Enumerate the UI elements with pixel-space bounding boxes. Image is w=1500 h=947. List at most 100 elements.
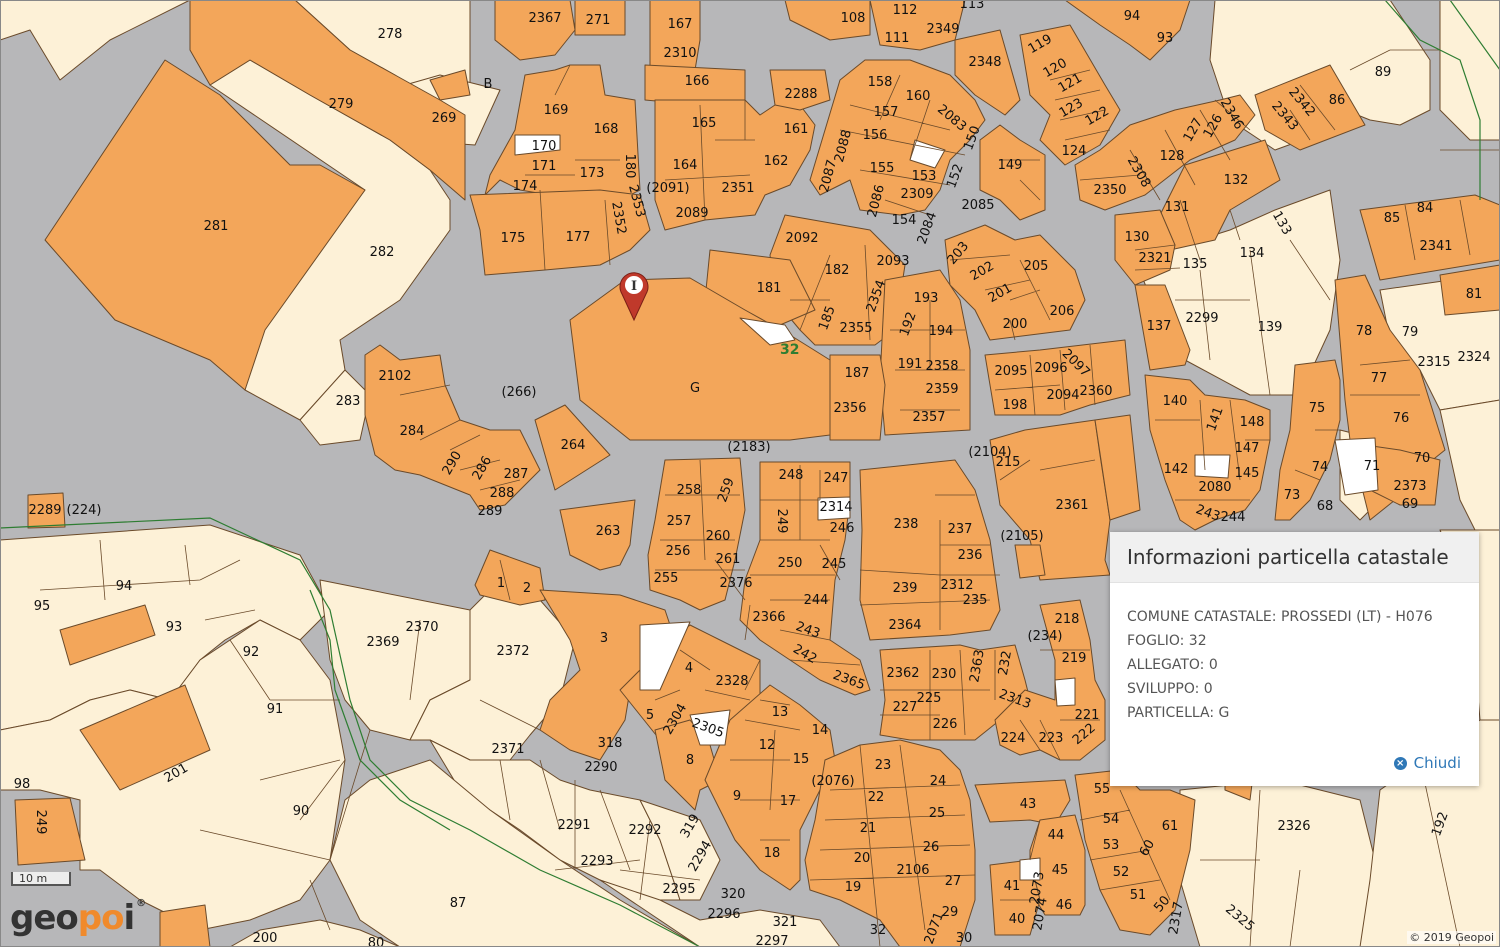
parcel-label: 140 bbox=[1163, 394, 1188, 409]
parcel-label: 2093 bbox=[876, 254, 909, 269]
parcel-label: 194 bbox=[929, 324, 954, 339]
parcel-label: 2364 bbox=[888, 618, 921, 633]
parcel-label: 218 bbox=[1055, 612, 1080, 627]
parcel-label: 2315 bbox=[1417, 355, 1450, 370]
parcel-label: 85 bbox=[1384, 211, 1401, 226]
parcel-label: 249 bbox=[774, 509, 789, 534]
close-label[interactable]: Chiudi bbox=[1414, 754, 1461, 772]
parcel-label: 94 bbox=[1124, 9, 1141, 24]
parcel-label: (234) bbox=[1028, 629, 1063, 644]
parcel-label: 149 bbox=[998, 158, 1023, 173]
parcel-label: 135 bbox=[1183, 257, 1208, 272]
parcel-label: 9 bbox=[733, 789, 741, 804]
parcel-label: 23 bbox=[875, 758, 892, 773]
parcel-label: 162 bbox=[764, 154, 789, 169]
parcel-label: 130 bbox=[1125, 230, 1150, 245]
parcel-label: (2183) bbox=[727, 440, 770, 455]
parcel-courtyard[interactable] bbox=[1054, 677, 1076, 707]
parcel-label: 193 bbox=[914, 291, 939, 306]
parcel-label: 283 bbox=[336, 394, 361, 409]
parcel-label: 2293 bbox=[580, 854, 613, 869]
parcel-label: 2312 bbox=[940, 578, 973, 593]
parcel-label: 2373 bbox=[1393, 479, 1426, 494]
parcel-label: 2299 bbox=[1185, 311, 1218, 326]
parcel-label: 2359 bbox=[925, 382, 958, 397]
close-button[interactable]: × Chiudi bbox=[1393, 754, 1461, 772]
parcel-label: 255 bbox=[654, 571, 679, 586]
parcel-label: 2326 bbox=[1277, 819, 1310, 834]
svg-text:I: I bbox=[631, 279, 637, 294]
parcel-label: 249 bbox=[33, 810, 48, 835]
parcel-label: 131 bbox=[1165, 200, 1190, 215]
parcel-label: 2362 bbox=[886, 666, 919, 681]
parcel-label: 2367 bbox=[528, 11, 561, 26]
parcel-land[interactable] bbox=[1179, 779, 1381, 947]
map-canvas[interactable]: 2782367 271 167231016616510811211111323492… bbox=[0, 0, 1500, 947]
parcel-label: 17 bbox=[780, 794, 797, 809]
parcel-courtyard[interactable] bbox=[1194, 454, 1231, 479]
parcel-label: 180 bbox=[622, 154, 637, 179]
parcel-label: 279 bbox=[329, 97, 354, 112]
parcel-label: 79 bbox=[1402, 325, 1419, 340]
parcel-label: 223 bbox=[1039, 731, 1064, 746]
parcel-label: 81 bbox=[1466, 287, 1483, 302]
parcel-label: 247 bbox=[824, 471, 849, 486]
parcel-label: 26 bbox=[923, 840, 940, 855]
parcel-label: 4 bbox=[685, 661, 693, 676]
parcel-label: 2094 bbox=[1046, 388, 1079, 403]
parcel-label: 168 bbox=[594, 122, 619, 137]
parcel-label: 154 bbox=[892, 213, 917, 228]
parcel-label: 80 bbox=[368, 936, 385, 947]
parcel-label: 161 bbox=[784, 122, 809, 137]
parcel-label: 76 bbox=[1393, 411, 1410, 426]
parcel-label: 2297 bbox=[755, 934, 788, 947]
parcel-land[interactable] bbox=[1439, 0, 1500, 141]
parcel-label: 171 bbox=[532, 159, 557, 174]
parcel-label: 98 bbox=[14, 777, 31, 792]
parcel-label: 46 bbox=[1056, 898, 1073, 913]
parcel-label: 5 bbox=[646, 708, 654, 723]
parcel-label: 108 bbox=[841, 11, 866, 26]
parcel-label: 156 bbox=[863, 128, 888, 143]
parcel-label: 73 bbox=[1284, 488, 1301, 503]
geopoi-logo: geopoi ® bbox=[10, 898, 146, 938]
parcel-label: 206 bbox=[1050, 304, 1075, 319]
parcel-label: 70 bbox=[1414, 451, 1431, 466]
parcel-label: 287 bbox=[504, 467, 529, 482]
parcel-building[interactable] bbox=[159, 904, 211, 947]
parcel-label: 236 bbox=[958, 548, 983, 563]
parcel-label: 8 bbox=[686, 753, 694, 768]
parcel-label: 2292 bbox=[628, 823, 661, 838]
parcel-label: 174 bbox=[513, 179, 538, 194]
parcel-label: 112 bbox=[893, 3, 918, 18]
parcel-label: 69 bbox=[1402, 497, 1419, 512]
parcel-label: 2324 bbox=[1457, 350, 1490, 365]
parcel-label: 53 bbox=[1103, 838, 1120, 853]
parcel-label: 167 bbox=[668, 17, 693, 32]
parcel-label: 19 bbox=[845, 880, 862, 895]
parcel-building[interactable] bbox=[1014, 544, 1046, 579]
parcel-label: 51 bbox=[1130, 888, 1147, 903]
parcel-label: 68 bbox=[1317, 499, 1334, 514]
cadastral-map[interactable]: 278 2367 271 167 2310 166 165 108 112 111 113 2349 2… bbox=[0, 0, 1500, 947]
parcel-label: 244 bbox=[804, 593, 829, 608]
parcel-label: B bbox=[484, 77, 493, 92]
parcel-label: 2102 bbox=[378, 369, 411, 384]
parcel-label: 2357 bbox=[912, 410, 945, 425]
parcel-label: 52 bbox=[1113, 865, 1130, 880]
parcel-label: 2328 bbox=[715, 674, 748, 689]
parcel-label: 2361 bbox=[1055, 498, 1088, 513]
parcel-label: 14 bbox=[812, 723, 829, 738]
parcel-label: G bbox=[690, 381, 700, 396]
parcel-label: 170 bbox=[532, 139, 557, 154]
parcel-label: 173 bbox=[580, 166, 605, 181]
parcel-label: 200 bbox=[1003, 317, 1028, 332]
parcel-label: 134 bbox=[1240, 246, 1265, 261]
parcel-label: 205 bbox=[1024, 259, 1049, 274]
parcel-label: 261 bbox=[716, 552, 741, 567]
parcel-label: 282 bbox=[370, 245, 395, 260]
close-circle-icon[interactable]: × bbox=[1393, 756, 1407, 770]
parcel-label: 289 bbox=[478, 504, 503, 519]
parcel-label: 244 bbox=[1221, 510, 1246, 525]
parcel-label: 2314 bbox=[819, 500, 852, 515]
